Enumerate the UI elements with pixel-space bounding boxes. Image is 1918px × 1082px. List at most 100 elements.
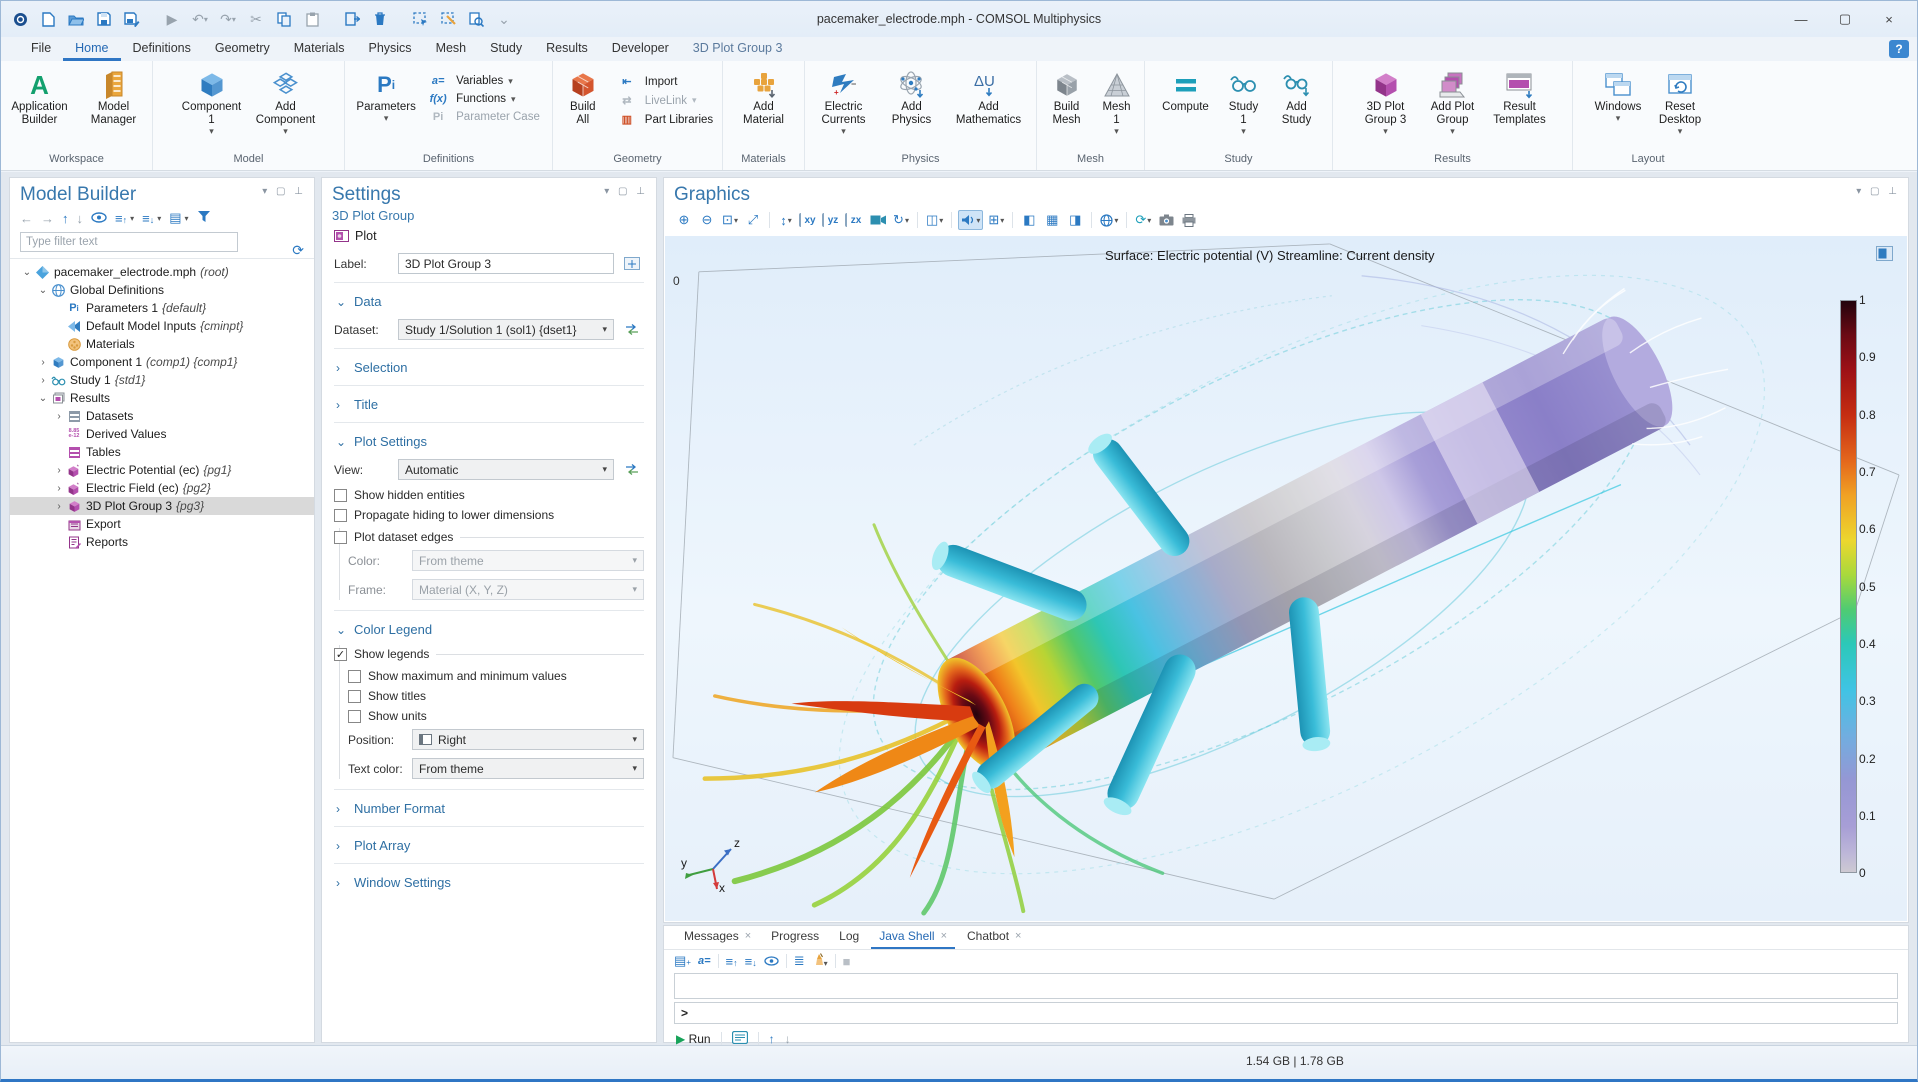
tab-java-shell[interactable]: Java Shell×	[871, 927, 955, 949]
select-box-icon[interactable]	[407, 7, 433, 31]
menu-file[interactable]: File	[19, 37, 63, 61]
clear-shell-icon[interactable]: ▾	[812, 953, 828, 969]
shell-prompt[interactable]: >	[674, 1002, 1898, 1024]
model-tree-nodes-icon[interactable]: ▤	[169, 210, 181, 226]
menu-definitions[interactable]: Definitions	[121, 37, 203, 61]
model-manager-button[interactable]: Model Manager	[78, 67, 150, 127]
new-file-icon[interactable]	[35, 7, 61, 31]
plot-button[interactable]: Plot	[322, 227, 656, 249]
panel-controls[interactable]: ▾ ▢ ⊥	[262, 186, 306, 197]
paste-icon[interactable]	[299, 7, 325, 31]
section-title[interactable]: ›Title	[334, 390, 644, 418]
tree-item-root[interactable]: ⌄ pacemaker_electrode.mph(root)	[10, 263, 314, 281]
tree-item-results[interactable]: ⌄ Results	[10, 389, 314, 407]
build-mesh-button[interactable]: Build Mesh	[1042, 67, 1092, 127]
tree-filter-input[interactable]: Type filter text	[20, 232, 238, 252]
add-component-button[interactable]: Add Component ▾	[250, 67, 322, 136]
add-mathematics-button[interactable]: ΔU Add Mathematics	[945, 67, 1033, 127]
movie-icon[interactable]	[868, 210, 888, 230]
dock-right-icon[interactable]: ◨	[1065, 210, 1085, 230]
tab-chatbot[interactable]: Chatbot×	[959, 927, 1029, 949]
menu-developer[interactable]: Developer	[600, 37, 681, 61]
menu-results[interactable]: Results	[534, 37, 600, 61]
duplicate-icon[interactable]	[339, 7, 365, 31]
menu-materials[interactable]: Materials	[282, 37, 357, 61]
label-field-input[interactable]: 3D Plot Group 3	[398, 253, 614, 274]
expand-icon[interactable]: ≡↓	[142, 211, 154, 226]
zoom-box-icon[interactable]: ⊡▾	[720, 210, 740, 230]
globe-settings-icon[interactable]: ▾	[1098, 210, 1120, 230]
print-icon[interactable]	[1179, 210, 1199, 230]
result-templates-button[interactable]: Result Templates	[1487, 67, 1553, 127]
section-color-legend[interactable]: ⌄Color Legend	[334, 615, 644, 643]
shell-output[interactable]	[674, 973, 1898, 999]
section-number-format[interactable]: ›Number Format	[334, 794, 644, 822]
copy-icon[interactable]	[271, 7, 297, 31]
mesh-1-button[interactable]: Mesh 1 ▾	[1094, 67, 1140, 136]
go-to-view-icon[interactable]: ↕▾	[776, 210, 796, 230]
new-line-icon[interactable]: ▤+	[674, 953, 691, 969]
cut-icon[interactable]: ✂	[243, 7, 269, 31]
close-tab-icon[interactable]: ×	[1015, 930, 1021, 942]
propagate-hiding-checkbox[interactable]: Propagate hiding to lower dimensions	[334, 508, 644, 522]
rotate-view-icon[interactable]: ↻▾	[891, 210, 911, 230]
minimize-button[interactable]: —	[1779, 5, 1823, 33]
run-button[interactable]: ▶ Run	[676, 1032, 711, 1046]
filter-funnel-icon[interactable]	[197, 210, 211, 226]
tree-item-materials[interactable]: Materials	[10, 335, 314, 353]
clipboard-image-icon[interactable]	[1876, 246, 1893, 266]
move-up-icon[interactable]: ↑	[62, 211, 69, 226]
tree-item-tables[interactable]: Tables	[10, 443, 314, 461]
collapse-all-icon[interactable]: ≡↑	[726, 954, 738, 969]
deselect-box-icon[interactable]	[435, 7, 461, 31]
history-down-icon[interactable]: ↓	[785, 1032, 791, 1046]
add-physics-button[interactable]: Add Physics	[881, 67, 943, 127]
section-selection[interactable]: ›Selection	[334, 353, 644, 381]
position-dropdown[interactable]: Right▾	[412, 729, 644, 750]
tab-log[interactable]: Log	[831, 927, 867, 949]
refresh-icon[interactable]: ⟳	[292, 242, 304, 259]
view-yz-icon[interactable]: yz	[822, 213, 842, 227]
show-legends-checkbox[interactable]: ✓Show legends	[334, 647, 429, 661]
run-icon[interactable]: ▶	[159, 7, 185, 31]
tree-item-reports[interactable]: Reports	[10, 533, 314, 551]
sound-icon[interactable]: ▾	[958, 210, 983, 230]
expand-all-icon[interactable]: ≡↓	[745, 954, 757, 969]
move-down-icon[interactable]: ↓	[77, 211, 84, 226]
qat-more-icon[interactable]: ⌄	[491, 7, 517, 31]
save-as-icon[interactable]	[119, 7, 145, 31]
close-button[interactable]: ×	[1867, 5, 1911, 33]
wrap-lines-icon[interactable]: ≣	[794, 953, 805, 969]
undo-icon[interactable]: ↶▾	[187, 7, 213, 31]
tree-item-component-1[interactable]: › Component 1(comp1) {comp1}	[10, 353, 314, 371]
add-study-button[interactable]: Add Study	[1271, 67, 1323, 127]
add-plot-group-button[interactable]: Add Plot Group ▾	[1421, 67, 1485, 136]
graphics-scene[interactable]: Surface: Electric potential (V) Streamli…	[665, 236, 1907, 921]
variables-button[interactable]: a=Variables▾	[425, 75, 540, 87]
section-plot-array[interactable]: ›Plot Array	[334, 831, 644, 859]
find-icon[interactable]	[463, 7, 489, 31]
section-window-settings[interactable]: ›Window Settings	[334, 868, 644, 896]
show-hidden-entities-checkbox[interactable]: Show hidden entities	[334, 488, 644, 502]
close-tab-icon[interactable]: ×	[745, 930, 751, 942]
maximize-button[interactable]: ▢	[1823, 5, 1867, 33]
variables-icon[interactable]: a=	[698, 955, 711, 967]
plot-dataset-edges-checkbox[interactable]: Plot dataset edges	[334, 530, 453, 544]
application-builder-button[interactable]: A Application Builder	[4, 67, 76, 127]
frame-dropdown[interactable]: Material (X, Y, Z)▾	[412, 579, 644, 600]
show-units-checkbox[interactable]: Show units	[348, 709, 644, 723]
3d-plot-group-3-button[interactable]: 3D Plot Group 3 ▾	[1353, 67, 1419, 136]
dock-left-icon[interactable]: ◧	[1019, 210, 1039, 230]
forward-icon[interactable]: →	[41, 211, 54, 226]
parameter-case-button[interactable]: PiParameter Case	[425, 111, 540, 123]
tree-item-export[interactable]: Export	[10, 515, 314, 533]
functions-button[interactable]: f(x)Functions▾	[425, 93, 540, 105]
show-icon[interactable]	[91, 211, 107, 226]
electric-currents-button[interactable]: +− Electric Currents ▾	[809, 67, 879, 136]
tree-item-global-definitions[interactable]: ⌄ Global Definitions	[10, 281, 314, 299]
part-libraries-button[interactable]: ▥Part Libraries	[614, 113, 713, 126]
history-up-icon[interactable]: ↑	[769, 1032, 775, 1046]
show-max-min-checkbox[interactable]: Show maximum and minimum values	[348, 669, 644, 683]
help-icon[interactable]: ?	[1889, 40, 1909, 58]
menu-mesh[interactable]: Mesh	[424, 37, 479, 61]
